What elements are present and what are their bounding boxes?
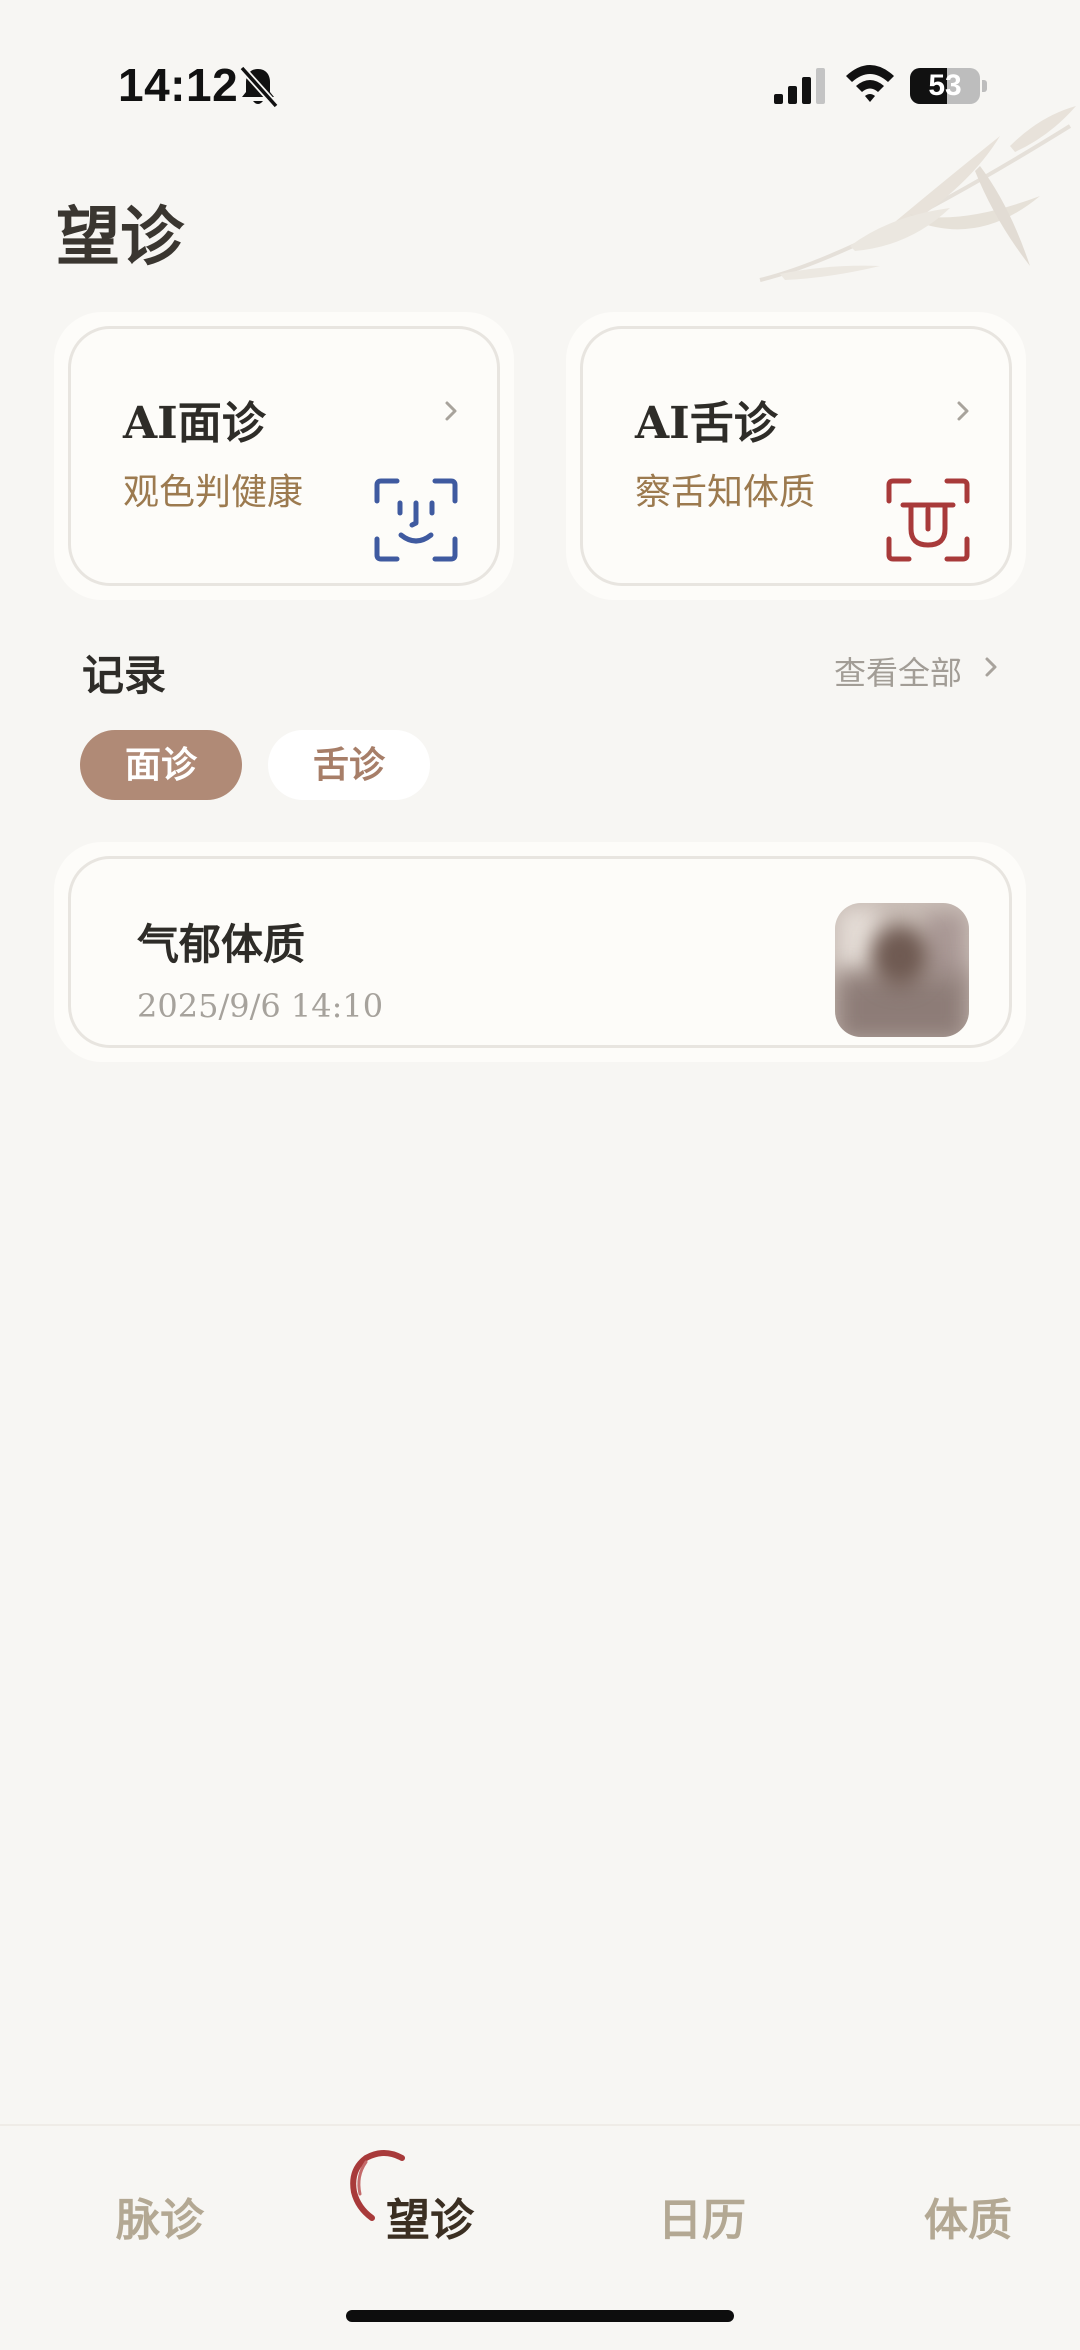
- page-title: 望诊: [56, 200, 184, 275]
- nav-item-constitution[interactable]: 体质: [924, 2184, 1012, 2248]
- chevron-right-icon[interactable]: [982, 654, 1000, 680]
- ai-tongue-diagnosis-card[interactable]: AI舌诊 察舌知体质: [566, 312, 1026, 600]
- card-subtitle: 察舌知体质: [635, 472, 816, 513]
- battery-tip: [982, 80, 987, 92]
- record-border: 气郁体质 2025/9/6 14:10: [68, 856, 1012, 1048]
- bamboo-decoration-icon: [759, 106, 1076, 282]
- tongue-scan-icon: [886, 478, 970, 562]
- nav-item-pulse[interactable]: 脉诊: [116, 2184, 204, 2248]
- tab-face[interactable]: 面诊: [80, 730, 242, 800]
- card-title: AI面诊: [123, 398, 266, 449]
- record-thumbnail: [835, 903, 969, 1037]
- record-date: 2025/9/6 14:10: [137, 987, 384, 1025]
- card-border: AI舌诊 察舌知体质: [580, 326, 1012, 586]
- chevron-right-icon: [957, 401, 969, 421]
- bell-muted-icon: [239, 65, 279, 109]
- chevron-right-icon: [445, 401, 457, 421]
- status-time: 14:12: [118, 59, 239, 111]
- list-item[interactable]: 气郁体质 2025/9/6 14:10: [54, 842, 1026, 1062]
- card-border: AI面诊 观色判健康: [68, 326, 500, 586]
- card-title: AI舌诊: [635, 398, 778, 449]
- tab-tongue[interactable]: 舌诊: [268, 730, 430, 800]
- face-scan-icon: [374, 478, 458, 562]
- card-subtitle: 观色判健康: [123, 472, 304, 513]
- ai-face-diagnosis-card[interactable]: AI面诊 观色判健康: [54, 312, 514, 600]
- records-title: 记录: [82, 651, 167, 700]
- nav-item-inspection[interactable]: 望诊: [386, 2184, 474, 2248]
- view-all-link[interactable]: 查看全部: [834, 648, 962, 694]
- nav-item-calendar[interactable]: 日历: [658, 2184, 746, 2248]
- record-title: 气郁体质: [137, 920, 306, 969]
- home-indicator: [346, 2310, 734, 2322]
